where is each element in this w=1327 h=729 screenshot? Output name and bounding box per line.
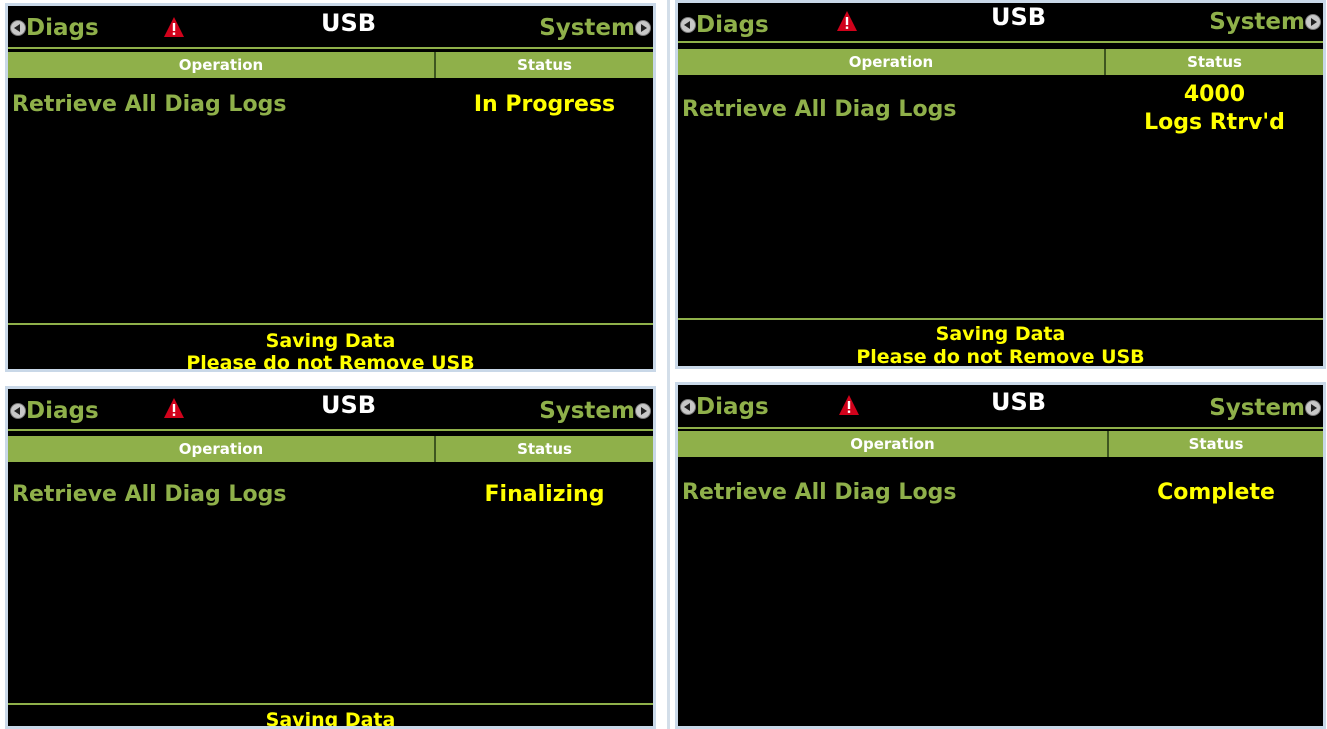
system-nav-button[interactable]: System	[539, 398, 651, 424]
top-divider	[678, 427, 1323, 429]
chevron-right-icon	[1305, 400, 1321, 416]
status-column-header: Status	[517, 440, 572, 458]
top-divider	[678, 41, 1323, 43]
diags-nav-label: Diags	[26, 15, 99, 41]
chevron-left-icon	[10, 403, 26, 419]
chevron-left-icon	[10, 20, 26, 36]
top-bar: Diags USB System	[678, 3, 1323, 45]
table-header: Operation Status	[678, 49, 1323, 75]
alert-icon[interactable]	[163, 16, 185, 38]
operation-status: Complete	[1157, 480, 1275, 505]
operation-column-header: Operation	[8, 52, 436, 78]
usb-screen-1: Diags USB System Operation Status Retrie…	[5, 3, 656, 372]
page-title: USB	[991, 388, 1047, 416]
column-separator	[667, 0, 670, 729]
usb-screen-4: Diags USB System Operation Status Retrie…	[675, 382, 1326, 729]
footer-warning: Please do not Remove USB	[856, 346, 1145, 368]
footer-warning: Please do not Remove USB	[186, 352, 475, 372]
usb-screen-3: Diags USB System Operation Status Retrie…	[5, 386, 656, 729]
usb-screen-2: Diags USB System Operation Status Retrie…	[675, 0, 1326, 369]
top-bar: Diags USB System	[8, 389, 653, 431]
table-header: Operation Status	[8, 52, 653, 78]
operation-name: Retrieve All Diag Logs	[12, 482, 287, 507]
status-column-header: Status	[1188, 435, 1244, 453]
footer-message: Saving Data	[265, 709, 396, 729]
chevron-right-icon	[635, 403, 651, 419]
page-title: USB	[321, 9, 377, 37]
footer-message: Saving Data	[265, 330, 396, 352]
operation-name: Retrieve All Diag Logs	[682, 480, 957, 505]
status-detail: Logs Rtrv'd	[1144, 110, 1285, 135]
diags-nav-button[interactable]: Diags	[680, 12, 769, 38]
page-title: USB	[991, 3, 1047, 31]
system-nav-button[interactable]: System	[1209, 395, 1321, 421]
system-nav-label: System	[539, 398, 635, 424]
table-header: Operation Status	[8, 436, 653, 462]
alert-icon[interactable]	[836, 10, 858, 32]
operation-column-header: Operation	[678, 49, 1106, 75]
operation-column-header: Operation	[678, 431, 1109, 457]
alert-icon[interactable]	[163, 397, 185, 419]
top-divider	[8, 47, 653, 49]
operation-column-header: Operation	[8, 436, 436, 462]
diags-nav-button[interactable]: Diags	[10, 398, 99, 424]
top-divider	[8, 429, 653, 431]
system-nav-label: System	[1209, 395, 1305, 421]
system-nav-label: System	[1209, 9, 1305, 35]
system-nav-button[interactable]: System	[539, 15, 651, 41]
page-title: USB	[321, 391, 377, 419]
diags-nav-button[interactable]: Diags	[680, 394, 769, 420]
status-count: 4000	[1183, 82, 1246, 107]
chevron-left-icon	[680, 17, 696, 33]
footer-divider	[8, 323, 653, 325]
footer-message: Saving Data	[935, 323, 1066, 345]
footer-divider	[8, 703, 653, 705]
table-header: Operation Status	[678, 431, 1323, 457]
diags-nav-button[interactable]: Diags	[10, 15, 99, 41]
footer-divider	[678, 318, 1323, 320]
chevron-right-icon	[635, 20, 651, 36]
diags-nav-label: Diags	[696, 394, 769, 420]
operation-status: In Progress	[473, 92, 616, 117]
top-bar: Diags USB System	[678, 385, 1323, 427]
alert-icon[interactable]	[838, 394, 860, 416]
diags-nav-label: Diags	[26, 398, 99, 424]
operation-status: Finalizing	[484, 482, 605, 507]
diags-nav-label: Diags	[696, 12, 769, 38]
status-column-header: Status	[1187, 53, 1242, 71]
top-bar: Diags USB System	[8, 6, 653, 48]
system-nav-label: System	[539, 15, 635, 41]
chevron-left-icon	[680, 399, 696, 415]
system-nav-button[interactable]: System	[1209, 9, 1321, 35]
operation-name: Retrieve All Diag Logs	[12, 92, 287, 117]
chevron-right-icon	[1305, 14, 1321, 30]
status-column-header: Status	[517, 56, 572, 74]
operation-name: Retrieve All Diag Logs	[682, 97, 957, 122]
